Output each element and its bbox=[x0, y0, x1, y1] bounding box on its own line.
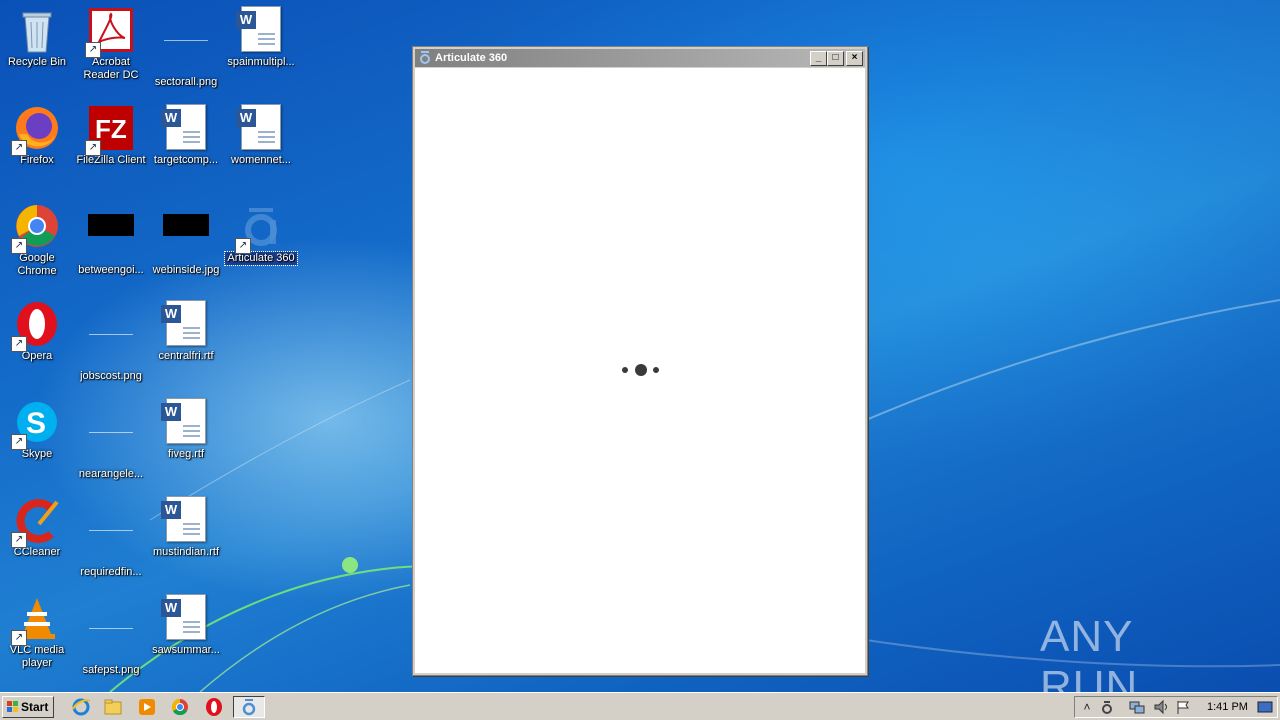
desktop-icon-targetcomp[interactable]: W targetcomp... bbox=[149, 98, 223, 167]
minimize-button[interactable]: _ bbox=[810, 51, 827, 66]
media-player-icon[interactable] bbox=[137, 697, 157, 717]
network-icon[interactable] bbox=[1129, 699, 1145, 715]
show-desktop-icon[interactable] bbox=[1257, 699, 1273, 715]
start-button[interactable]: Start bbox=[2, 696, 54, 718]
close-button[interactable]: × bbox=[846, 51, 863, 66]
desktop-icon-jobscost[interactable]: jobscost.png bbox=[74, 294, 148, 383]
image-file-icon bbox=[89, 320, 133, 335]
desktop-icon-spainmultipl[interactable]: W spainmultipl... bbox=[224, 0, 298, 69]
desktop-icon-recycle-bin[interactable]: Recycle Bin bbox=[0, 0, 74, 69]
desktop-icon-acrobat[interactable]: ↗ Acrobat Reader DC bbox=[74, 0, 148, 82]
action-center-flag-icon[interactable] bbox=[1175, 699, 1191, 715]
desktop-icon-firefox[interactable]: ↗ Firefox bbox=[0, 98, 74, 167]
desktop-icon-opera[interactable]: ↗ Opera bbox=[0, 294, 74, 363]
desktop-icon-betweengoi[interactable]: betweengoi... bbox=[74, 196, 148, 277]
icon-label: webinside.jpg bbox=[152, 264, 220, 276]
icon-label: requiredfin... bbox=[80, 566, 142, 578]
word-document-icon: W bbox=[236, 6, 281, 52]
desktop-icon-articulate-360[interactable]: ↗ Articulate 360 bbox=[224, 196, 298, 266]
desktop-icon-safepst[interactable]: safepst.png bbox=[74, 588, 148, 677]
windows-logo-icon bbox=[7, 701, 18, 712]
word-document-icon: W bbox=[161, 300, 206, 346]
shortcut-arrow-icon: ↗ bbox=[85, 140, 101, 156]
desktop-icon-ccleaner[interactable]: ↗ CCleaner bbox=[0, 490, 74, 559]
chrome-icon[interactable] bbox=[170, 697, 190, 717]
desktop-icon-sawsummar[interactable]: W sawsummar... bbox=[149, 588, 223, 657]
icon-label: safepst.png bbox=[82, 664, 140, 676]
maximize-button[interactable]: □ bbox=[827, 51, 844, 66]
shortcut-arrow-icon: ↗ bbox=[11, 630, 27, 646]
svg-text:S: S bbox=[26, 407, 46, 440]
internet-explorer-icon[interactable] bbox=[71, 697, 91, 717]
desktop-icon-chrome[interactable]: ↗ Google Chrome bbox=[0, 196, 74, 278]
desktop-icon-filezilla[interactable]: FZ ↗ FileZilla Client bbox=[74, 98, 148, 167]
icon-label: VLC media player bbox=[9, 644, 65, 669]
desktop-icon-sectorall[interactable]: sectorall.png bbox=[149, 0, 223, 89]
image-file-icon bbox=[163, 214, 209, 236]
icon-label: Acrobat Reader DC bbox=[83, 56, 139, 81]
icon-label: centralfri.rtf bbox=[158, 350, 214, 362]
word-document-icon: W bbox=[161, 496, 206, 542]
icon-label: targetcomp... bbox=[153, 154, 219, 166]
loading-dot bbox=[653, 367, 659, 373]
articulate-tray-icon[interactable] bbox=[1099, 699, 1115, 715]
window-content bbox=[415, 68, 865, 673]
taskbar: Start ˄ 1:41 PM bbox=[0, 692, 1280, 720]
show-hidden-icons-button[interactable]: ˄ bbox=[1079, 699, 1095, 715]
icon-label: sectorall.png bbox=[154, 76, 218, 88]
desktop-icon-vlc[interactable]: ↗ VLC media player bbox=[0, 588, 74, 670]
icon-label: Recycle Bin bbox=[7, 56, 67, 68]
clock[interactable]: 1:41 PM bbox=[1207, 697, 1248, 717]
volume-icon[interactable] bbox=[1153, 699, 1169, 715]
shortcut-arrow-icon: ↗ bbox=[11, 238, 27, 254]
shortcut-arrow-icon: ↗ bbox=[85, 42, 101, 58]
loading-dot bbox=[622, 367, 628, 373]
desktop-icon-nearangele[interactable]: nearangele... bbox=[74, 392, 148, 481]
shortcut-arrow-icon: ↗ bbox=[235, 238, 251, 254]
anyrun-watermark: ANY RUN bbox=[1040, 612, 1139, 692]
word-document-icon: W bbox=[161, 594, 206, 640]
image-file-icon bbox=[88, 214, 134, 236]
icon-label: nearangele... bbox=[78, 468, 144, 480]
image-file-icon bbox=[89, 516, 133, 531]
shortcut-arrow-icon: ↗ bbox=[11, 140, 27, 156]
icon-label: sawsummar... bbox=[152, 644, 220, 656]
desktop-icon-webinside[interactable]: webinside.jpg bbox=[149, 196, 223, 277]
loading-dot bbox=[635, 364, 647, 376]
window-title: Articulate 360 bbox=[435, 52, 508, 64]
desktop-icon-womennet[interactable]: W womennet... bbox=[224, 98, 298, 167]
icon-label: spainmultipl... bbox=[227, 56, 295, 68]
shortcut-arrow-icon: ↗ bbox=[11, 336, 27, 352]
desktop-icon-requiredfin[interactable]: requiredfin... bbox=[74, 490, 148, 579]
icon-label: mustindian.rtf bbox=[152, 546, 220, 558]
articulate-360-window[interactable]: Articulate 360 _ □ × bbox=[412, 46, 868, 676]
window-titlebar[interactable]: Articulate 360 _ □ × bbox=[415, 49, 865, 67]
desktop-icon-mustindian[interactable]: W mustindian.rtf bbox=[149, 490, 223, 559]
shortcut-arrow-icon: ↗ bbox=[11, 434, 27, 450]
word-document-icon: W bbox=[161, 398, 206, 444]
shortcut-arrow-icon: ↗ bbox=[11, 532, 27, 548]
icon-label: womennet... bbox=[231, 154, 291, 166]
opera-icon[interactable] bbox=[204, 697, 224, 717]
image-file-icon bbox=[89, 418, 133, 433]
articulate-360-icon bbox=[420, 51, 430, 64]
taskbar-articulate-360-button[interactable] bbox=[233, 696, 265, 718]
recycle-bin-icon bbox=[22, 12, 52, 53]
windows-explorer-icon[interactable] bbox=[103, 697, 123, 717]
desktop-icon-centralfri[interactable]: W centralfri.rtf bbox=[149, 294, 223, 363]
icon-label: betweengoi... bbox=[78, 264, 144, 276]
system-tray: ˄ 1:41 PM bbox=[1074, 696, 1278, 718]
desktop-icon-fiveg[interactable]: W fiveg.rtf bbox=[149, 392, 223, 461]
icon-label: Google Chrome bbox=[17, 252, 57, 277]
desktop: Recycle Bin ↗ Acrobat Reader DC sectoral… bbox=[0, 0, 1280, 692]
word-document-icon: W bbox=[161, 104, 206, 150]
icon-label: fiveg.rtf bbox=[167, 448, 205, 460]
desktop-icon-skype[interactable]: S ↗ Skype bbox=[0, 392, 74, 461]
image-file-icon bbox=[164, 26, 208, 41]
articulate-360-icon bbox=[242, 699, 256, 716]
image-file-icon bbox=[89, 614, 133, 629]
word-document-icon: W bbox=[236, 104, 281, 150]
icon-label: jobscost.png bbox=[80, 370, 142, 382]
start-label: Start bbox=[21, 700, 49, 714]
